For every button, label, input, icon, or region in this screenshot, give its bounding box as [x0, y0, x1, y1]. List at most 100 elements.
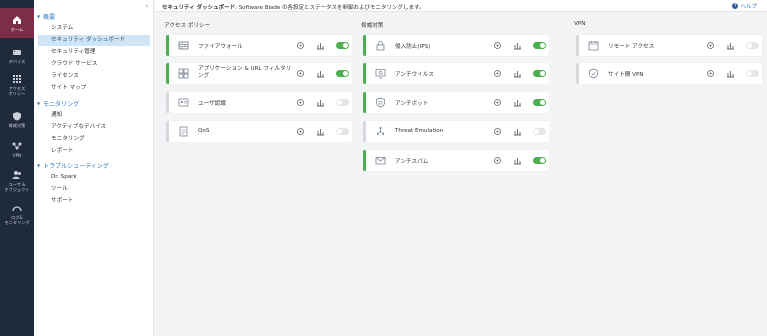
blade-label: リモート アクセス	[608, 44, 655, 50]
blade-toggle-switch[interactable]	[533, 157, 546, 164]
statistics-chart-icon[interactable]	[513, 98, 522, 107]
blade-toggle-switch[interactable]	[336, 42, 349, 49]
page-title: セキュリティ ダッシュボード	[162, 5, 236, 11]
statistics-chart-icon[interactable]	[726, 69, 735, 78]
blade-card-firewall[interactable]: ファイアウォール	[166, 35, 352, 56]
tree-item-security-management[interactable]: セキュリティ管理	[38, 47, 150, 58]
tree-item-security-dashboard[interactable]: セキュリティ ダッシュボード	[38, 35, 150, 46]
tree-group-label: 概要	[43, 14, 56, 21]
collapse-sidebar-icon[interactable]: ‹	[145, 2, 148, 10]
blade-label: アンチスパム	[395, 159, 429, 165]
tree-item-system[interactable]: システム	[38, 23, 150, 34]
qos-document-icon	[178, 126, 189, 137]
app-filter-icon	[178, 68, 189, 79]
blade-card-app-url-filtering[interactable]: アプリケーション & URL フィルタリング	[166, 63, 352, 84]
help-icon: ?	[732, 3, 739, 9]
settings-gear-icon[interactable]	[296, 69, 305, 78]
statistics-chart-icon[interactable]	[316, 69, 325, 78]
blade-toggle-switch[interactable]	[533, 42, 546, 49]
settings-gear-icon[interactable]	[493, 156, 502, 165]
settings-gear-icon[interactable]	[493, 41, 502, 50]
tree-group-monitoring[interactable]: ▼ モニタリング	[37, 99, 79, 108]
tree-item-reports[interactable]: レポート	[38, 146, 150, 157]
tree-item-support[interactable]: サポート	[38, 196, 150, 207]
settings-gear-icon[interactable]	[493, 98, 502, 107]
blade-card-antivirus[interactable]: アンチウイルス	[363, 63, 549, 84]
help-link[interactable]: ? ヘルプ	[732, 2, 757, 10]
settings-gear-icon[interactable]	[706, 69, 715, 78]
tree-group-label: モニタリング	[43, 101, 80, 108]
tree-group-troubleshooting[interactable]: ▼ トラブルシューティング	[37, 161, 109, 170]
help-label: ヘルプ	[740, 4, 757, 10]
settings-gear-icon[interactable]	[296, 98, 305, 107]
blade-toggle-switch[interactable]	[336, 128, 349, 135]
site-vpn-shield-icon	[588, 68, 599, 79]
statistics-chart-icon[interactable]	[513, 156, 522, 165]
page-description: : Software Blade の各設定とステータスを制御およびモニタリングし…	[235, 5, 425, 11]
rail-threat-prevention[interactable]: 脅威対策	[0, 104, 34, 134]
blade-toggle-switch[interactable]	[746, 42, 759, 49]
antivirus-monitor-icon	[375, 68, 386, 79]
statistics-chart-icon[interactable]	[316, 127, 325, 136]
blade-card-antispam[interactable]: アンチスパム	[363, 150, 549, 171]
header-text: セキュリティ ダッシュボード: Software Blade の各設定とステータ…	[162, 3, 424, 11]
caret-down-icon: ▼	[37, 163, 41, 168]
tree-item-dr-spark[interactable]: Dr. Spark	[38, 172, 150, 183]
statistics-chart-icon[interactable]	[513, 69, 522, 78]
statistics-chart-icon[interactable]	[513, 127, 522, 136]
users-objects-icon	[12, 171, 21, 179]
blade-label: Threat Emulation	[395, 128, 444, 134]
statistics-chart-icon[interactable]	[513, 41, 522, 50]
tree-item-monitoring[interactable]: モニタリング	[38, 134, 150, 145]
blade-toggle-switch[interactable]	[533, 128, 546, 135]
rail-label-vpn: VPN	[12, 152, 22, 158]
tree-item-tools[interactable]: ツール	[38, 184, 150, 195]
statistics-chart-icon[interactable]	[316, 41, 325, 50]
blade-card-remote-access[interactable]: リモート アクセス	[576, 35, 762, 56]
tree-group-overview[interactable]: ▼ 概要	[37, 12, 55, 21]
blade-card-antibot[interactable]: アンチボット	[363, 92, 549, 113]
blade-card-site-to-site-vpn[interactable]: サイト間 VPN	[576, 63, 762, 84]
rail-access-policy[interactable]: アクセス ポリシー	[0, 70, 34, 100]
tree-item-active-devices[interactable]: アクティブなデバイス	[38, 122, 150, 133]
settings-gear-icon[interactable]	[706, 41, 715, 50]
rail-devices[interactable]: デバイス	[0, 40, 34, 70]
rail-label-users-objects: ユーザ & オブジェクト	[4, 182, 30, 192]
firewall-icon	[178, 40, 189, 51]
rail-home[interactable]: ホーム	[0, 8, 34, 38]
rail-label-access-policy: アクセス ポリシー	[8, 86, 26, 96]
settings-gear-icon[interactable]	[493, 127, 502, 136]
rail-vpn[interactable]: VPN	[0, 134, 34, 164]
blade-toggle-switch[interactable]	[746, 70, 759, 77]
caret-down-icon: ▼	[37, 14, 41, 19]
tree-item-notifications[interactable]: 通知	[38, 110, 150, 121]
tree-item-license[interactable]: ライセンス	[38, 71, 150, 82]
tree-item-site-map[interactable]: サイト マップ	[38, 83, 150, 94]
settings-gear-icon[interactable]	[296, 127, 305, 136]
devices-icon	[13, 49, 21, 55]
blade-card-user-awareness[interactable]: ユーザ認識	[166, 92, 352, 113]
settings-gear-icon[interactable]	[296, 41, 305, 50]
blade-card-ips[interactable]: 侵入防止(IPS)	[363, 35, 549, 56]
rail-label-devices: デバイス	[8, 58, 26, 64]
antibot-shield-icon	[375, 97, 386, 108]
blade-card-threat-emulation[interactable]: Threat Emulation	[363, 121, 549, 142]
rail-users-objects[interactable]: ユーザ & オブジェクト	[0, 166, 34, 196]
blade-toggle-switch[interactable]	[336, 70, 349, 77]
blade-toggle-switch[interactable]	[533, 99, 546, 106]
tree-item-cloud-services[interactable]: クラウド サービス	[38, 59, 150, 70]
rail-label-home: ホーム	[10, 26, 24, 32]
rail-logs-monitoring[interactable]: ログ& モニタリング	[0, 199, 34, 229]
tree-group-label: トラブルシューティング	[43, 163, 109, 170]
blade-card-qos[interactable]: QoS	[166, 121, 352, 142]
statistics-chart-icon[interactable]	[726, 41, 735, 50]
user-id-card-icon	[178, 97, 189, 108]
threat-prevention-icon	[13, 111, 21, 120]
rail-label-threat-prevention: 脅威対策	[8, 122, 26, 128]
settings-gear-icon[interactable]	[493, 69, 502, 78]
blade-toggle-switch[interactable]	[533, 70, 546, 77]
statistics-chart-icon[interactable]	[316, 98, 325, 107]
navigation-tree: ‹ ▼ 概要 システム セキュリティ ダッシュボード セキュリティ管理 クラウド…	[34, 0, 154, 336]
blade-toggle-switch[interactable]	[336, 99, 349, 106]
blade-label: アンチウイルス	[395, 72, 434, 78]
